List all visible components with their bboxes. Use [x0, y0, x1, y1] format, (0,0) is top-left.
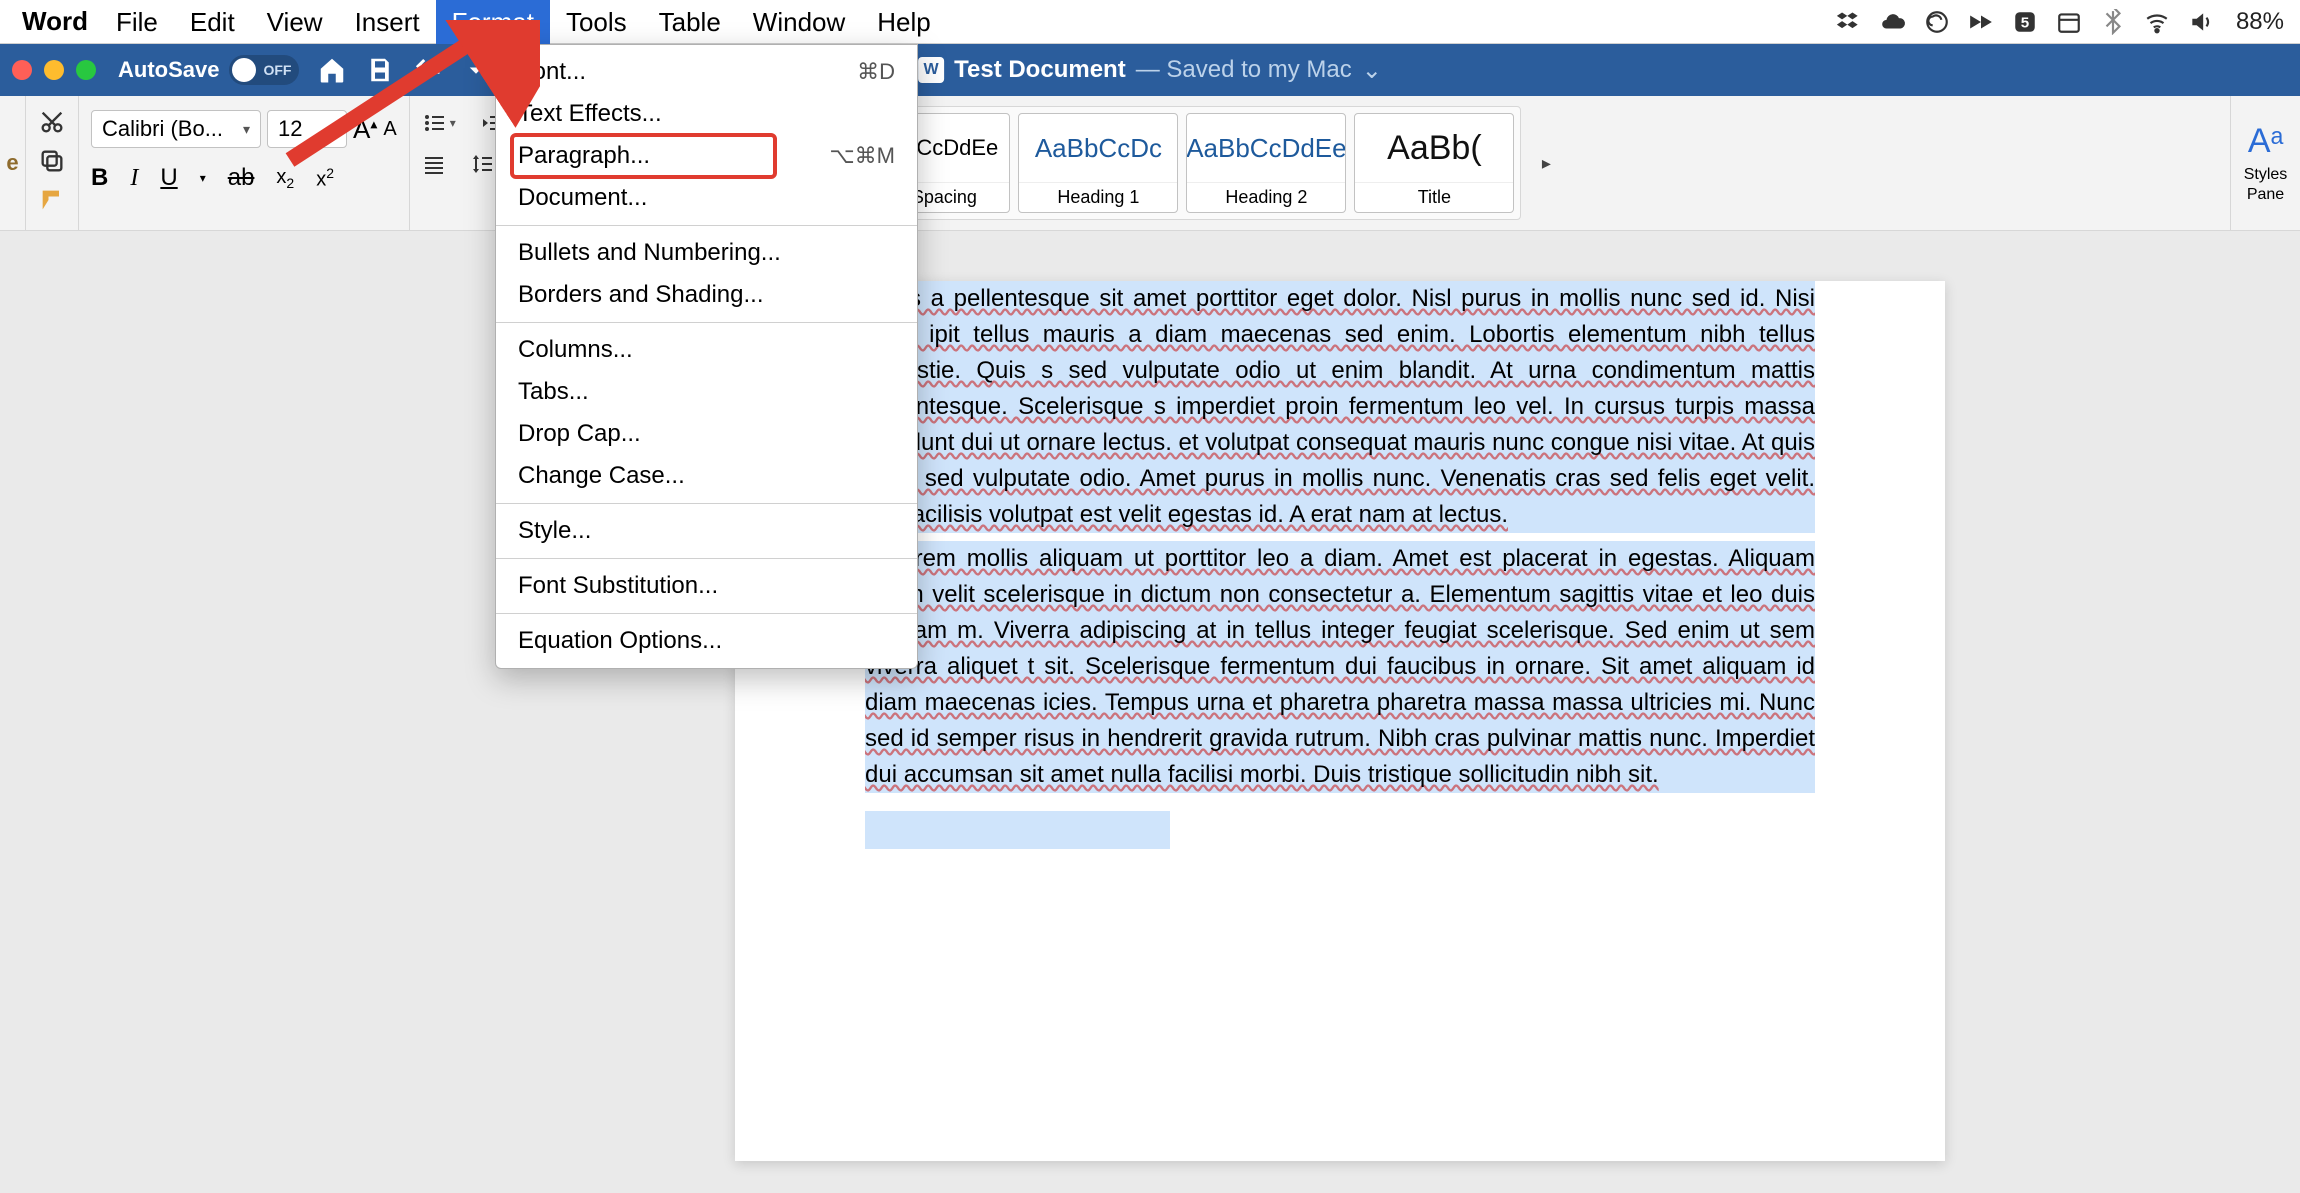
dropbox-icon[interactable]	[1836, 9, 1862, 35]
styles-pane-button[interactable]: Aᵃ Styles Pane	[2230, 96, 2300, 230]
creative-cloud-icon[interactable]	[1924, 9, 1950, 35]
menu-item-font-[interactable]: Font...⌘D	[496, 51, 917, 93]
menu-item-style-[interactable]: Style...	[496, 510, 917, 552]
battery-percent[interactable]: 88%	[2236, 8, 2284, 36]
save-state-label: — Saved to my Mac	[1136, 56, 1352, 84]
menu-item-text-effects-[interactable]: Text Effects...	[496, 93, 917, 135]
menubar-status-icons: 5 88%	[1836, 8, 2290, 36]
styles-pane-label: Styles Pane	[2243, 165, 2288, 203]
bold-button[interactable]: B	[91, 164, 108, 192]
cut-icon[interactable]	[38, 108, 66, 141]
clipboard-group: e	[0, 96, 26, 230]
menu-item-borders-and-shading-[interactable]: Borders and Shading...	[496, 274, 917, 316]
menu-format[interactable]: Format	[436, 0, 550, 44]
menu-insert[interactable]: Insert	[339, 0, 436, 44]
styles-more-button[interactable]: ▸	[1531, 113, 1561, 213]
menu-view[interactable]: View	[251, 0, 339, 44]
app-icon-1[interactable]	[1968, 9, 1994, 35]
app-icon-2[interactable]: 5	[2012, 9, 2038, 35]
menu-window[interactable]: Window	[737, 0, 861, 44]
autosave-label: AutoSave	[118, 57, 219, 83]
close-window-button[interactable]	[12, 60, 32, 80]
save-icon[interactable]	[365, 55, 395, 85]
word-doc-icon: W	[918, 57, 944, 83]
superscript-button[interactable]: x2	[316, 165, 334, 192]
font-group: Calibri (Bo...▾ 12▾ A▴ A B I U▾ ab x2 x2	[79, 96, 410, 230]
autosave-control[interactable]: AutoSave OFF	[118, 55, 299, 85]
app-name: Word	[10, 6, 100, 37]
mac-menubar: Word File Edit View Insert Format Tools …	[0, 0, 2300, 44]
svg-text:5: 5	[2021, 14, 2029, 31]
underline-button[interactable]: U	[160, 164, 177, 192]
font-size-select[interactable]: 12▾	[267, 110, 347, 148]
minimize-window-button[interactable]	[44, 60, 64, 80]
ribbon: e Calibri (Bo...▾ 12▾ A▴ A B I U▾ ab x2 …	[0, 96, 2300, 231]
home-icon[interactable]	[317, 55, 347, 85]
wifi-icon[interactable]	[2144, 9, 2170, 35]
menu-item-columns-[interactable]: Columns...	[496, 329, 917, 371]
bullets-button[interactable]: ▾	[422, 111, 456, 135]
strikethrough-button[interactable]: ab	[228, 164, 255, 192]
menu-item-tabs-[interactable]: Tabs...	[496, 371, 917, 413]
paragraph-1[interactable]: cibus a pellentesque sit amet porttitor …	[865, 281, 1815, 533]
menu-separator	[496, 322, 917, 323]
undo-icon[interactable]	[413, 55, 443, 85]
font-name-select[interactable]: Calibri (Bo...▾	[91, 110, 261, 148]
document-canvas[interactable]: cibus a pellentesque sit amet porttitor …	[0, 231, 2300, 1193]
menu-separator	[496, 558, 917, 559]
title-dropdown-icon[interactable]: ⌄	[1362, 56, 1382, 85]
selection-tail	[865, 811, 1170, 849]
format-painter-icon[interactable]	[38, 186, 66, 219]
menu-item-paragraph-[interactable]: Paragraph...⌥⌘M	[496, 135, 917, 177]
menu-file[interactable]: File	[100, 0, 174, 44]
document-title[interactable]: Test Document	[954, 56, 1126, 84]
menu-item-document-[interactable]: Document...	[496, 177, 917, 219]
style-heading-2[interactable]: AaBbCcDdEeHeading 2	[1186, 113, 1346, 213]
subscript-button[interactable]: x2	[276, 166, 294, 191]
style-heading-1[interactable]: AaBbCcDcHeading 1	[1018, 113, 1178, 213]
autosave-toggle[interactable]: OFF	[229, 55, 299, 85]
menu-table[interactable]: Table	[643, 0, 737, 44]
redo-dropdown-icon[interactable]	[461, 55, 491, 85]
window-controls	[12, 60, 96, 80]
style-title[interactable]: AaBb(Title	[1354, 113, 1514, 213]
menu-item-font-substitution-[interactable]: Font Substitution...	[496, 565, 917, 607]
copy-icon[interactable]	[38, 147, 66, 180]
styles-pane-icon: Aᵃ	[2248, 122, 2283, 161]
menu-separator	[496, 613, 917, 614]
volume-icon[interactable]	[2188, 9, 2214, 35]
grow-font-button[interactable]: A▴	[353, 114, 377, 145]
format-menu-dropdown: Font...⌘DText Effects...Paragraph...⌥⌘MD…	[495, 44, 918, 669]
italic-button[interactable]: I	[130, 165, 138, 192]
window-titlebar: AutoSave OFF W Test Document — Saved to …	[0, 44, 2300, 96]
menu-separator	[496, 503, 917, 504]
menu-help[interactable]: Help	[861, 0, 946, 44]
align-justify-button[interactable]	[422, 152, 446, 176]
menu-edit[interactable]: Edit	[174, 0, 251, 44]
menu-item-equation-options-[interactable]: Equation Options...	[496, 620, 917, 662]
cloud-icon[interactable]	[1880, 9, 1906, 35]
menu-tools[interactable]: Tools	[550, 0, 643, 44]
bluetooth-icon[interactable]	[2100, 9, 2126, 35]
menu-item-change-case-[interactable]: Change Case...	[496, 455, 917, 497]
clipboard-buttons	[26, 96, 79, 230]
tab-letter: e	[6, 150, 18, 176]
calendar-icon[interactable]	[2056, 9, 2082, 35]
zoom-window-button[interactable]	[76, 60, 96, 80]
menu-separator	[496, 225, 917, 226]
menu-item-bullets-and-numbering-[interactable]: Bullets and Numbering...	[496, 232, 917, 274]
menu-item-drop-cap-[interactable]: Drop Cap...	[496, 413, 917, 455]
paragraph-2[interactable]: ta lorem mollis aliquam ut porttitor leo…	[865, 541, 1815, 793]
shrink-font-button[interactable]: A	[383, 118, 396, 141]
